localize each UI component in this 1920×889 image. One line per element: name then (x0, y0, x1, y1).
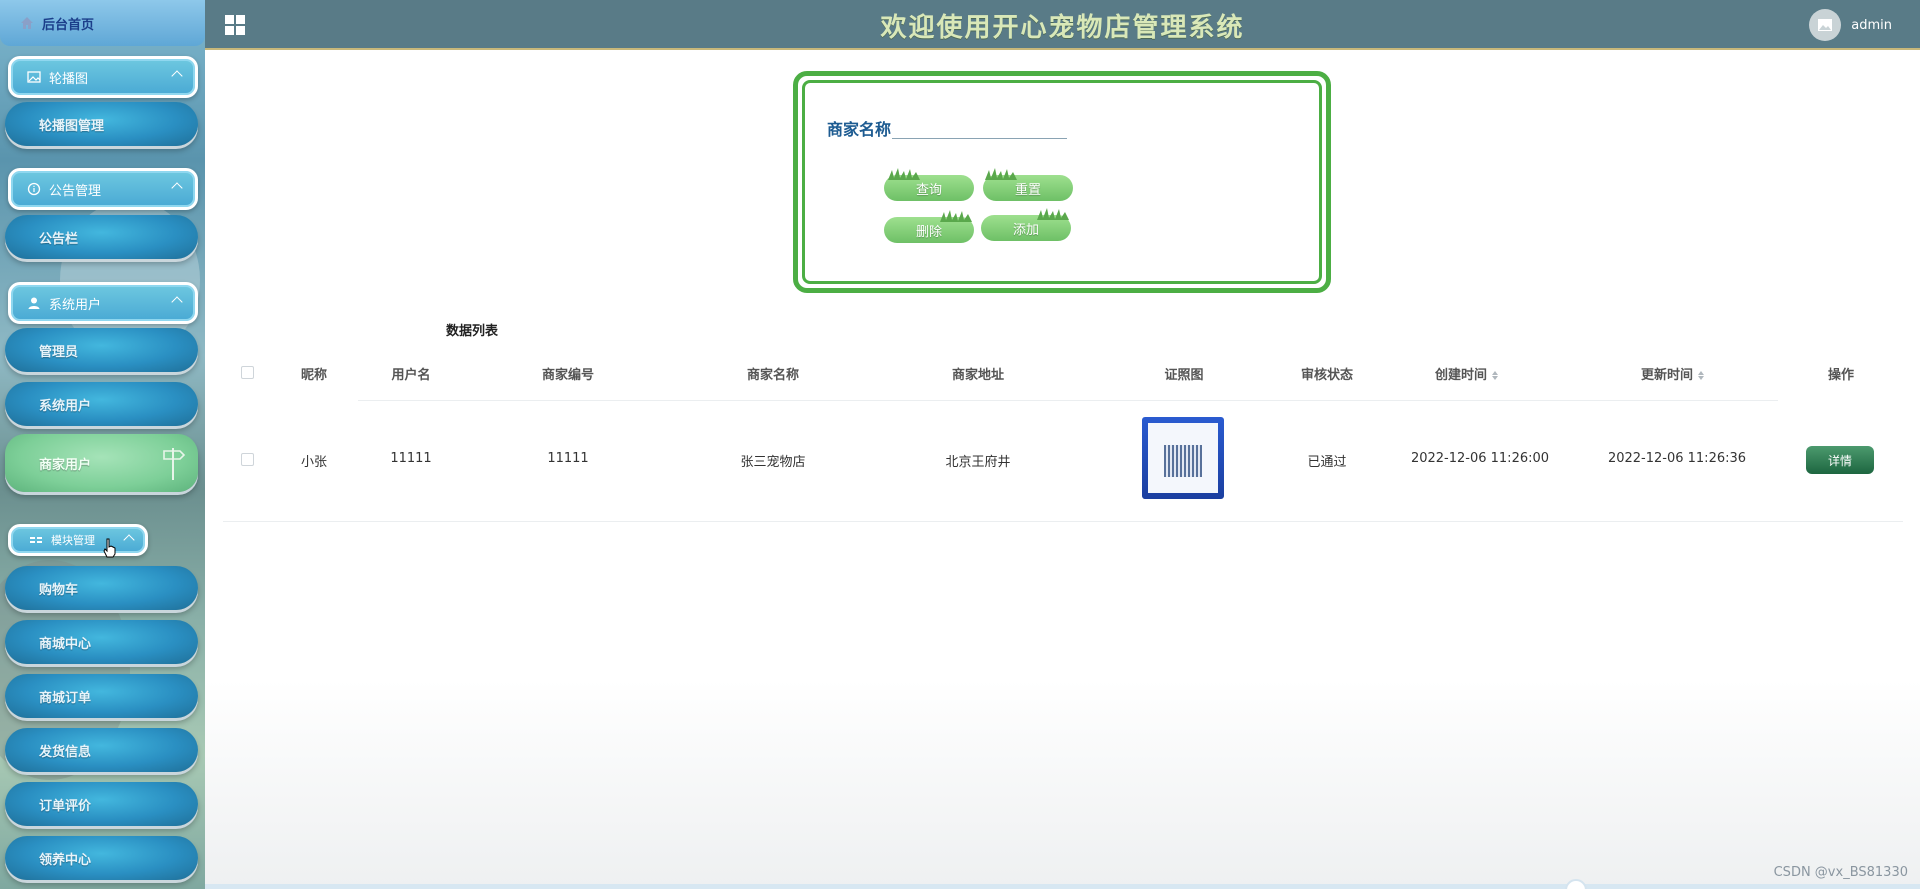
sidebar-item-mall-orders[interactable]: 商城订单 (5, 674, 198, 718)
page-title: 欢迎使用开心宠物店管理系统 (880, 13, 1245, 43)
sidebar-group-label: 轮播图 (49, 71, 89, 87)
info-icon (27, 182, 41, 196)
column-header-label: 更新时间 (1640, 368, 1694, 383)
column-header-address: 商家地址 (951, 368, 1005, 383)
top-header: 欢迎使用开心宠物店管理系统 admin (205, 0, 1920, 50)
cell-merchant-no: 11111 (547, 451, 589, 466)
sidebar-item-admin[interactable]: 管理员 (5, 328, 198, 372)
cell-nickname: 小张 (300, 455, 328, 470)
column-header-updated-at[interactable]: 更新时间 (1641, 364, 1705, 383)
sidebar-group-notice[interactable]: 公告管理 (8, 168, 198, 210)
cell-address: 北京王府井 (945, 455, 1011, 470)
sidebar-item-label: 商城订单 (39, 690, 92, 706)
sidebar-group-modules[interactable]: 模块管理 (8, 524, 148, 556)
sidebar-group-system-users[interactable]: 系统用户 (8, 282, 198, 324)
search-panel: 商家名称 查询 重置 删除 添加 (793, 71, 1331, 293)
sidebar-item-label: 系统用户 (39, 398, 92, 414)
home-icon (21, 17, 33, 29)
sidebar-group-label: 模块管理 (51, 534, 95, 547)
cell-updated-at: 2022-12-06 11:26:36 (1607, 451, 1747, 466)
grass-icon (888, 168, 920, 180)
column-header-license: 证照图 (1164, 368, 1204, 383)
hand-cursor-icon (103, 538, 116, 558)
column-header-label: 创建时间 (1434, 368, 1488, 383)
add-button[interactable]: 添加 (981, 208, 1071, 241)
sidebar-item-label: 发货信息 (39, 744, 92, 760)
sidebar-item-home[interactable]: 后台首页 (0, 0, 205, 46)
query-button-label: 查询 (915, 181, 942, 197)
cell-merchant-name: 张三宠物店 (740, 455, 806, 470)
username-label: admin (1851, 17, 1892, 33)
reset-button[interactable]: 重置 (983, 168, 1073, 201)
grass-icon (1037, 208, 1069, 220)
signpost-icon (163, 448, 186, 480)
sidebar-item-adoption[interactable]: 领养中心 (5, 836, 198, 880)
cell-created-at: 2022-12-06 11:26:00 (1410, 451, 1550, 466)
watermark: CSDN @vx_BS81330 (1773, 865, 1908, 880)
table-row-divider (223, 521, 1903, 522)
column-header-merchant-no: 商家编号 (541, 368, 595, 383)
sidebar-item-system-user[interactable]: 系统用户 (5, 382, 198, 426)
column-header-actions: 操作 (1827, 368, 1855, 383)
chevron-up-icon (171, 182, 183, 194)
cell-status: 已通过 (1307, 455, 1347, 470)
main-content: 商家名称 查询 重置 删除 添加 (205, 52, 1920, 889)
sort-icon[interactable] (1492, 371, 1499, 380)
grass-icon (985, 168, 1017, 180)
license-image[interactable] (1142, 417, 1224, 499)
image-icon (27, 71, 41, 83)
chevron-up-icon (171, 296, 183, 308)
sidebar-group-label: 系统用户 (49, 297, 102, 313)
select-all-checkbox[interactable] (241, 366, 254, 379)
delete-button[interactable]: 删除 (884, 210, 974, 243)
sidebar-group-carousel[interactable]: 轮播图 (8, 56, 198, 98)
sidebar-item-label: 公告栏 (39, 231, 79, 247)
column-header-merchant-name: 商家名称 (746, 368, 800, 383)
chevron-up-icon (123, 534, 135, 546)
sidebar-item-label: 购物车 (39, 582, 79, 598)
sidebar-item-order-reviews[interactable]: 订单评价 (5, 782, 198, 826)
sidebar-item-merchant-user[interactable]: 商家用户 (5, 434, 198, 492)
sidebar-home-label: 后台首页 (42, 17, 95, 33)
row-checkbox[interactable] (241, 453, 254, 466)
column-header-created-at[interactable]: 创建时间 (1435, 364, 1499, 383)
grass-icon (940, 210, 972, 222)
delete-button-label: 删除 (915, 223, 942, 239)
sort-icon[interactable] (1698, 371, 1705, 380)
reset-button-label: 重置 (1014, 181, 1041, 197)
data-list-title: 数据列表 (446, 324, 499, 339)
user-icon (28, 297, 40, 309)
query-button[interactable]: 查询 (884, 168, 974, 201)
merchant-name-input[interactable] (892, 113, 1067, 139)
column-header-username: 用户名 (391, 368, 431, 383)
user-menu[interactable]: admin (1809, 9, 1892, 41)
chevron-up-icon (171, 70, 183, 82)
horizontal-scrollbar[interactable] (205, 879, 1920, 889)
image-placeholder-icon (1818, 19, 1833, 31)
sidebar-item-carousel-manage[interactable]: 轮播图管理 (5, 102, 198, 146)
table-header-divider (358, 400, 1778, 401)
sidebar-item-mall[interactable]: 商城中心 (5, 620, 198, 664)
column-header-nickname: 昵称 (300, 368, 328, 383)
sidebar: 后台首页 轮播图 轮播图管理 公告管理 公告栏 系统用户 管理员 系统用户 商家… (0, 0, 205, 889)
avatar[interactable] (1809, 9, 1842, 41)
sidebar-item-label: 轮播图管理 (39, 118, 105, 134)
sidebar-group-label: 公告管理 (49, 183, 102, 199)
cell-username: 11111 (390, 451, 432, 466)
sidebar-item-label: 领养中心 (39, 852, 92, 868)
sidebar-item-label: 订单评价 (39, 798, 92, 814)
sidebar-item-notice-board[interactable]: 公告栏 (5, 215, 198, 259)
column-header-status: 审核状态 (1300, 368, 1354, 383)
grid-icon (30, 537, 42, 543)
sidebar-item-label: 商家用户 (39, 457, 92, 473)
merchant-name-label: 商家名称 (827, 120, 892, 139)
sidebar-item-label: 管理员 (39, 344, 79, 360)
sidebar-item-label: 商城中心 (39, 636, 92, 652)
sidebar-item-cart[interactable]: 购物车 (5, 566, 198, 610)
detail-button[interactable]: 详情 (1806, 446, 1874, 474)
add-button-label: 添加 (1012, 221, 1039, 237)
sidebar-item-shipping[interactable]: 发货信息 (5, 728, 198, 772)
